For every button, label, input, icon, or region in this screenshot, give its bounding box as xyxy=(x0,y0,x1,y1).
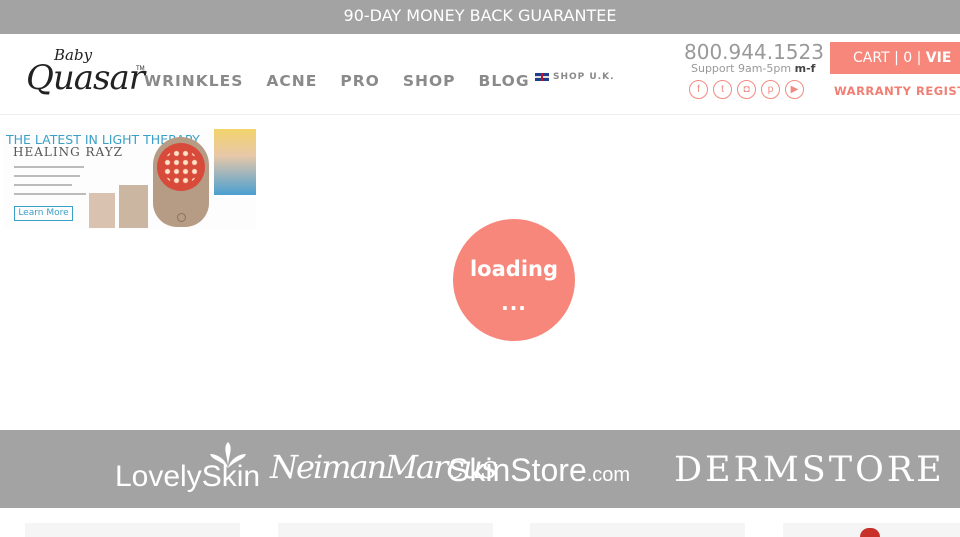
healing-rayz-device-image xyxy=(153,137,209,227)
ad-brand: HEALING RAYZ xyxy=(13,145,123,159)
shop-uk-link[interactable]: SHOP U.K. xyxy=(535,72,615,82)
warranty-registration-link[interactable]: WARRANTY REGISTR xyxy=(834,84,960,98)
cart-view-label: VIE xyxy=(925,50,952,66)
cart-count: 0 xyxy=(903,50,913,66)
instagram-icon[interactable]: ◘ xyxy=(737,80,756,99)
skinstore-logo[interactable]: SkinStore.com xyxy=(448,452,630,489)
facebook-icon[interactable]: f xyxy=(689,80,708,99)
lovelyskin-leaf-icon xyxy=(210,442,246,468)
product-thumbnail-image xyxy=(860,528,880,537)
ad-model-image xyxy=(214,129,256,195)
cart-separator: | xyxy=(894,50,899,66)
loading-indicator: loading ... xyxy=(453,219,575,341)
nav-shop[interactable]: SHOP xyxy=(403,72,456,90)
nav-blog[interactable]: BLOG xyxy=(479,72,530,90)
dermstore-logo[interactable]: DERMSTORE xyxy=(674,450,945,490)
healing-rayz-ad[interactable]: THE LATEST IN LIGHT THERAPY HEALING RAYZ… xyxy=(3,129,256,229)
youtube-icon[interactable]: ▶ xyxy=(785,80,804,99)
phone-number[interactable]: 800.944.1523 xyxy=(684,40,824,64)
cart-label: CART xyxy=(853,50,890,66)
nav-wrinkles[interactable]: WRINKLES xyxy=(144,72,243,90)
product-row-preview xyxy=(0,508,960,537)
baby-quasar-logo[interactable]: Baby Quasar TM xyxy=(26,46,146,100)
cart-button[interactable]: CART | 0 | VIE xyxy=(830,42,960,74)
nav-pro[interactable]: PRO xyxy=(340,72,379,90)
cart-separator: | xyxy=(916,50,922,66)
skinstore-suffix: .com xyxy=(586,464,631,486)
learn-more-button[interactable]: Learn More xyxy=(14,206,73,221)
support-days: m-f xyxy=(794,62,816,75)
support-hours-prefix: Support 9am-5pm xyxy=(691,62,795,75)
social-links: f t ◘ p ▶ xyxy=(689,80,804,99)
product-card[interactable] xyxy=(530,523,745,537)
ad-thumbnail-image xyxy=(89,193,115,228)
shop-uk-label: SHOP U.K. xyxy=(553,72,615,82)
nav-acne[interactable]: ACNE xyxy=(266,72,317,90)
uk-flag-icon xyxy=(535,73,549,81)
support-hours: Support 9am-5pm m-f xyxy=(691,62,815,75)
site-header: Baby Quasar TM WRINKLES ACNE PRO SHOP BL… xyxy=(0,34,960,115)
logo-quasar-text: Quasar xyxy=(26,58,145,98)
ad-thumbnail-image xyxy=(119,185,148,228)
skinstore-name: SkinStore xyxy=(448,452,587,488)
product-card[interactable] xyxy=(25,523,240,537)
guarantee-banner[interactable]: 90-DAY MONEY BACK GUARANTEE xyxy=(0,0,960,34)
pinterest-icon[interactable]: p xyxy=(761,80,780,99)
retailer-logos-bar: LovelySkin NeimanMarcus SkinStore.com DE… xyxy=(0,430,960,508)
twitter-icon[interactable]: t xyxy=(713,80,732,99)
loading-text: loading xyxy=(469,257,558,281)
loading-dots: ... xyxy=(501,291,527,315)
main-nav: WRINKLES ACNE PRO SHOP BLOG xyxy=(144,72,553,90)
product-card[interactable] xyxy=(278,523,493,537)
